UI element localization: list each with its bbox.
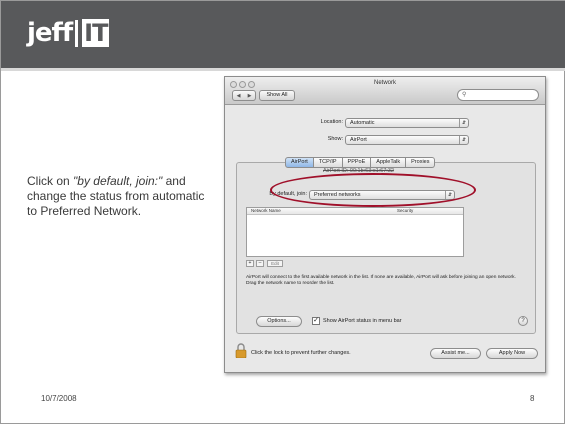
- location-label: Location:: [320, 119, 343, 125]
- show-status-checkbox[interactable]: ✓: [312, 317, 320, 325]
- list-header: Network Name Security: [247, 208, 463, 215]
- airport-help-text: AirPort will connect to the first availa…: [246, 275, 516, 286]
- show-label: Show:: [327, 136, 343, 142]
- search-field[interactable]: ⚲: [457, 89, 539, 101]
- page-number: 8: [530, 394, 535, 403]
- popup-arrows-icon: ⇵: [459, 119, 468, 127]
- instruction-emphasis: "by default, join:": [73, 174, 163, 188]
- jeffit-logo: jeff IT: [27, 18, 110, 48]
- back-forward-buttons[interactable]: ◀ ▶: [232, 90, 256, 101]
- window-titlebar: Network ◀ ▶ Show All ⚲: [225, 77, 545, 105]
- slide: jeff IT Click on "by default, join:" and…: [0, 0, 565, 424]
- lock-icon[interactable]: [235, 343, 247, 358]
- options-button[interactable]: Options...: [256, 316, 302, 327]
- instruction-text: Click on "by default, join:" and change …: [27, 174, 217, 219]
- logo-text-it: IT: [82, 19, 110, 47]
- show-status-label: Show AirPort status in menu bar: [323, 318, 402, 324]
- tab-airport[interactable]: AirPort: [285, 157, 314, 168]
- logo-separator: [75, 19, 79, 47]
- add-network-button[interactable]: +: [246, 260, 254, 267]
- show-value: AirPort: [350, 137, 367, 143]
- preferred-networks-list[interactable]: Network Name Security: [246, 207, 464, 257]
- remove-network-button[interactable]: –: [256, 260, 264, 267]
- header-bar: jeff IT: [1, 1, 565, 71]
- instruction-prefix: Click on: [27, 174, 74, 188]
- location-popup[interactable]: Automatic ⇵: [345, 118, 469, 128]
- column-security[interactable]: Security: [397, 208, 413, 214]
- tab-tcpip[interactable]: TCP/IP: [313, 157, 343, 168]
- by-default-join-popup[interactable]: Preferred networks ⇵: [309, 190, 455, 200]
- show-all-button[interactable]: Show All: [259, 90, 295, 101]
- show-popup[interactable]: AirPort ⇵: [345, 135, 469, 145]
- apply-now-button[interactable]: Apply Now: [486, 348, 538, 359]
- popup-arrows-icon: ⇵: [459, 136, 468, 144]
- back-arrow-icon[interactable]: ◀: [237, 93, 241, 99]
- footer-date: 10/7/2008: [41, 394, 77, 403]
- tab-pppoe[interactable]: PPPoE: [342, 157, 372, 168]
- edit-network-button[interactable]: Edit: [267, 260, 283, 267]
- tab-appletalk[interactable]: AppleTalk: [371, 157, 407, 168]
- by-default-join-value: Preferred networks: [314, 192, 361, 198]
- help-button[interactable]: ?: [518, 316, 528, 326]
- airport-id: AirPort ID: 00:1b:63:c1:67:32: [323, 168, 394, 174]
- by-default-join-label: By default, join:: [269, 191, 307, 197]
- window-title: Network: [373, 80, 396, 86]
- location-value: Automatic: [350, 120, 375, 126]
- magnifier-icon: ⚲: [462, 92, 467, 98]
- column-network-name[interactable]: Network Name: [251, 208, 281, 214]
- forward-arrow-icon[interactable]: ▶: [248, 93, 252, 99]
- settings-tabs: AirPort TCP/IP PPPoE AppleTalk Proxies: [285, 157, 436, 168]
- tab-proxies[interactable]: Proxies: [406, 157, 436, 168]
- popup-arrows-icon: ⇵: [445, 191, 454, 199]
- assist-me-button[interactable]: Assist me...: [430, 348, 481, 359]
- lock-instruction: Click the lock to prevent further change…: [251, 350, 351, 356]
- network-preferences-window: Network ◀ ▶ Show All ⚲ Location: Automat…: [224, 76, 546, 373]
- logo-text-jeff: jeff: [27, 18, 73, 48]
